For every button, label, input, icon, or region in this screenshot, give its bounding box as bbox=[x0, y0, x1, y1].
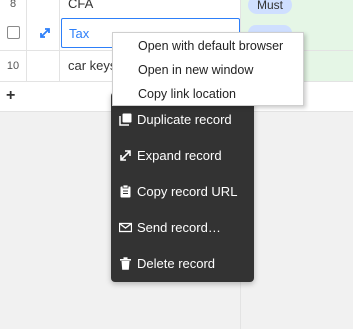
row-number: 10 bbox=[6, 60, 20, 72]
menu-item-label: Duplicate record bbox=[137, 112, 232, 127]
primary-cell[interactable]: car keys bbox=[68, 58, 116, 73]
clipboard-icon bbox=[120, 185, 131, 198]
expand-row-icon[interactable] bbox=[37, 25, 53, 41]
tag-pill: Must bbox=[248, 0, 293, 14]
send-record-item[interactable]: Send record… bbox=[111, 213, 254, 243]
expand-icon bbox=[120, 150, 131, 161]
delete-record-item[interactable]: Delete record bbox=[111, 249, 254, 279]
open-default-browser-item[interactable]: Open with default browser bbox=[138, 39, 283, 53]
menu-item-label: Expand record bbox=[137, 148, 222, 163]
add-row-button[interactable]: + bbox=[6, 88, 15, 104]
menu-item-label: Delete record bbox=[137, 256, 216, 271]
trash-icon bbox=[120, 257, 131, 270]
cell-editor-value[interactable]: Tax bbox=[69, 26, 89, 41]
browser-context-menu: Open with default browser Open in new wi… bbox=[112, 32, 304, 106]
menu-item-label: Send record… bbox=[137, 220, 221, 235]
record-context-menu: Duplicate record Expand record Copy reco… bbox=[111, 92, 254, 282]
primary-cell[interactable]: CFA bbox=[68, 0, 93, 11]
envelope-icon bbox=[119, 222, 132, 233]
open-new-window-item[interactable]: Open in new window bbox=[138, 63, 253, 77]
column-divider bbox=[59, 0, 60, 81]
expand-record-item[interactable]: Expand record bbox=[111, 141, 254, 171]
copy-link-location-item[interactable]: Copy link location bbox=[138, 87, 236, 101]
duplicate-record-item[interactable]: Duplicate record bbox=[111, 105, 254, 135]
copy-record-url-item[interactable]: Copy record URL bbox=[111, 177, 254, 207]
row-checkbox[interactable] bbox=[7, 26, 20, 39]
menu-item-label: Copy record URL bbox=[137, 184, 238, 199]
row-number: 8 bbox=[9, 0, 17, 10]
duplicate-icon bbox=[119, 113, 132, 126]
column-divider bbox=[26, 0, 27, 81]
